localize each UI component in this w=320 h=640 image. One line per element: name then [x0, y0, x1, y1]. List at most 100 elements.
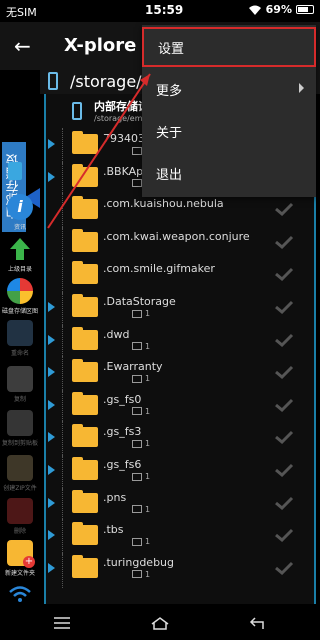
- checkmark-icon[interactable]: [274, 429, 294, 445]
- menu-item-about[interactable]: 关于: [142, 111, 316, 151]
- file-count-icon: [132, 407, 142, 416]
- folder-icon: [72, 326, 98, 350]
- menu-item-settings[interactable]: 设置: [142, 27, 316, 67]
- home-icon[interactable]: [140, 613, 180, 633]
- zip-icon: [7, 455, 33, 481]
- sidebar-item-label: 删除: [13, 528, 26, 535]
- expand-triangle-icon[interactable]: [48, 334, 55, 345]
- folder-icon: [72, 294, 98, 317]
- sidebar-item-rename[interactable]: 重命名: [0, 320, 40, 357]
- tree-line: [62, 323, 63, 360]
- app-title: X-plore: [64, 35, 137, 56]
- menu-item-exit[interactable]: 退出: [142, 153, 316, 193]
- tree-line: [62, 160, 63, 197]
- checkmark-icon[interactable]: [274, 266, 294, 282]
- file-count-icon: [132, 439, 142, 448]
- tree-line: [62, 258, 63, 295]
- file-row[interactable]: .gs_fs6 1: [46, 454, 314, 490]
- checkmark-icon[interactable]: [274, 560, 294, 575]
- file-row[interactable]: .tbs 1: [46, 519, 314, 556]
- menu-item-label: 退出: [156, 167, 183, 183]
- file-name: .com.kwai.weapon.conjure: [103, 229, 250, 243]
- file-count-icon: [132, 146, 142, 155]
- expand-triangle-icon[interactable]: [48, 497, 55, 508]
- status-bar: 无SIM 15:59 69%: [0, 0, 320, 22]
- checkmark-icon[interactable]: [274, 462, 294, 478]
- item-count: 1: [132, 505, 150, 514]
- menu-item-label: 关于: [156, 125, 183, 141]
- expand-triangle-icon[interactable]: [48, 465, 55, 475]
- expand-triangle-icon[interactable]: [48, 367, 55, 378]
- file-name: .com.smile.gifmaker: [103, 262, 215, 276]
- sidebar-item-zip[interactable]: 创建ZIP文件: [0, 455, 40, 492]
- edit-icon: [7, 320, 33, 346]
- tree-line: [62, 356, 63, 393]
- file-name: .tbs: [103, 523, 124, 537]
- folder-icon: [72, 554, 98, 578]
- file-row[interactable]: .gs_fs3 1: [46, 421, 314, 458]
- item-count-value: 1: [145, 374, 151, 384]
- sidebar-item-parent[interactable]: 上级目录: [0, 236, 40, 273]
- file-count-icon: [132, 309, 142, 318]
- trash-icon: [7, 498, 33, 524]
- file-row[interactable]: .dwd 1: [46, 323, 314, 360]
- clipboard-icon: [7, 410, 33, 436]
- back-icon[interactable]: ←: [14, 34, 31, 58]
- sidebar-item-copy[interactable]: 复制: [0, 366, 40, 403]
- menu-icon[interactable]: [42, 613, 82, 633]
- sidebar-item-label: 重命名: [10, 350, 29, 357]
- folder-icon: [72, 261, 98, 285]
- folder-icon: [72, 424, 98, 448]
- file-name: .Ewarranty: [103, 360, 163, 374]
- file-row[interactable]: .com.kwai.weapon.conjure: [46, 225, 314, 262]
- item-count: 1: [132, 374, 150, 383]
- menu-item-more[interactable]: 更多: [142, 69, 316, 109]
- sidebar-item-disk-map[interactable]: 磁盘存储区图: [0, 278, 40, 315]
- checkmark-icon[interactable]: [274, 299, 294, 315]
- file-row[interactable]: .gs_fs0 1: [46, 388, 314, 425]
- checkmark-icon[interactable]: [274, 527, 294, 543]
- panel-header-title: 内部存储设: [94, 100, 149, 113]
- file-row[interactable]: .Ewarranty 1: [46, 356, 314, 393]
- file-row[interactable]: .pns 1: [46, 486, 314, 523]
- expand-triangle-icon[interactable]: [48, 302, 55, 312]
- panel-header-subtitle: /storage/emu: [94, 114, 148, 123]
- expand-triangle-icon[interactable]: [48, 139, 55, 149]
- expand-triangle-icon[interactable]: [48, 530, 55, 541]
- sidebar-item-delete[interactable]: 删除: [0, 498, 40, 535]
- checkmark-icon[interactable]: [274, 495, 294, 510]
- expand-triangle-icon[interactable]: [48, 432, 55, 443]
- checkmark-icon[interactable]: [274, 364, 294, 380]
- item-count: 1: [132, 472, 150, 481]
- file-row[interactable]: .turingdebug 1: [46, 551, 314, 588]
- status-right: 69%: [248, 3, 314, 16]
- sidebar-item-info[interactable]: i 资讯: [0, 194, 40, 231]
- folder-icon: [72, 131, 98, 154]
- file-row[interactable]: .com.smile.gifmaker: [46, 258, 314, 295]
- file-count-icon: [132, 505, 142, 514]
- checkmark-icon[interactable]: [274, 397, 294, 412]
- pie-icon: [7, 278, 33, 304]
- system-nav-bar: [0, 605, 320, 640]
- expand-triangle-icon[interactable]: [48, 171, 55, 182]
- sidebar-item-label: 资讯: [13, 224, 26, 231]
- checkmark-icon[interactable]: [274, 234, 294, 249]
- file-name: .com.kuaishou.nebula: [103, 197, 224, 211]
- wifi-share-icon[interactable]: [8, 586, 32, 602]
- file-row[interactable]: .DataStorage 1: [46, 291, 314, 327]
- item-count-value: 1: [145, 439, 151, 449]
- sidebar-item-new-folder[interactable]: + 新建文件夹: [0, 540, 40, 577]
- file-row[interactable]: .com.kuaishou.nebula: [46, 193, 314, 230]
- file-name: .dwd: [103, 327, 130, 341]
- checkmark-icon[interactable]: [274, 332, 294, 347]
- copy-icon: [7, 366, 33, 392]
- expand-triangle-icon[interactable]: [48, 562, 55, 573]
- sidebar-item-clipboard[interactable]: 复制到剪贴板: [0, 410, 40, 447]
- tree-line: [62, 291, 63, 327]
- folder-icon: [72, 228, 98, 252]
- tree-line: [62, 454, 63, 490]
- checkmark-icon[interactable]: [274, 201, 294, 217]
- file-name: .gs_fs0: [103, 392, 142, 406]
- back-nav-icon[interactable]: [238, 613, 278, 633]
- expand-triangle-icon[interactable]: [48, 399, 55, 410]
